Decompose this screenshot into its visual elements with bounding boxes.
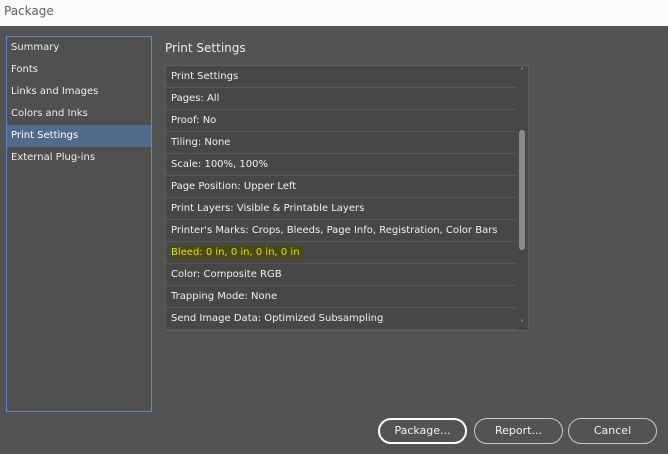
print-settings-list: Print Settings Pages: All Proof: No Tili… — [165, 65, 529, 331]
list-item: Tiling: None — [166, 132, 516, 154]
sidebar-item-external-plug-ins[interactable]: External Plug-ins — [7, 147, 151, 169]
scroll-down-icon[interactable]: ˅ — [516, 318, 528, 330]
sidebar-item-print-settings[interactable]: Print Settings — [7, 125, 151, 147]
sidebar-item-summary[interactable]: Summary — [7, 37, 151, 59]
sidebar-item-links-and-images[interactable]: Links and Images — [7, 81, 151, 103]
list-item: Trapping Mode: None — [166, 286, 516, 308]
list-item: Printer's Marks: Crops, Bleeds, Page Inf… — [166, 220, 516, 242]
list-item: Pages: All — [166, 88, 516, 110]
sidebar: Summary Fonts Links and Images Colors an… — [6, 36, 152, 412]
cancel-button[interactable]: Cancel — [568, 418, 657, 444]
vertical-scrollbar[interactable]: ˄ ˅ — [516, 66, 528, 330]
list-item: Color: Composite RGB — [166, 264, 516, 286]
sidebar-item-fonts[interactable]: Fonts — [7, 59, 151, 81]
title-bar: Package — [0, 0, 668, 26]
sidebar-item-colors-and-inks[interactable]: Colors and Inks — [7, 103, 151, 125]
highlighted-text: Bleed: 0 in, 0 in, 0 in, 0 in — [171, 246, 303, 259]
scroll-thumb[interactable] — [519, 130, 525, 250]
list-item: Page Position: Upper Left — [166, 176, 516, 198]
scroll-up-icon[interactable]: ˄ — [516, 66, 528, 78]
section-heading: Print Settings — [165, 41, 246, 55]
list-item: Send Image Data: Optimized Subsampling — [166, 308, 516, 330]
list-item: Scale: 100%, 100% — [166, 154, 516, 176]
list-item-highlighted: Bleed: 0 in, 0 in, 0 in, 0 in — [166, 242, 516, 264]
window-title: Package — [4, 4, 54, 18]
list-item: Print Layers: Visible & Printable Layers — [166, 198, 516, 220]
report-button[interactable]: Report... — [474, 418, 563, 444]
package-button[interactable]: Package... — [378, 418, 467, 444]
list-item: Print Settings — [166, 66, 516, 88]
list-item: Proof: No — [166, 110, 516, 132]
